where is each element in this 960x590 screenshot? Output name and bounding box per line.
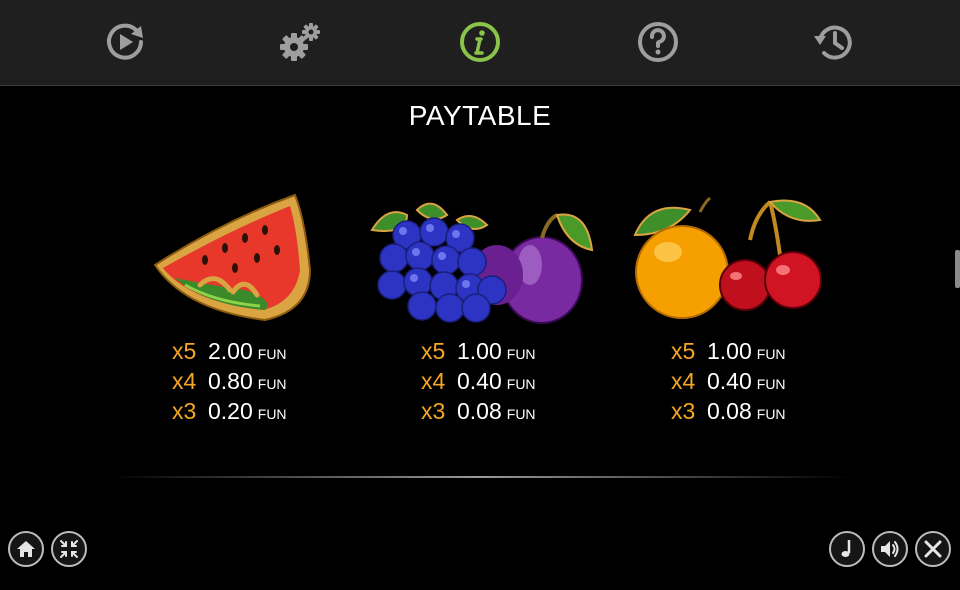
currency-unit: FUN [506, 376, 536, 392]
payout-row: x5 2.00 FUN [172, 336, 372, 366]
close-button[interactable] [915, 531, 951, 567]
multiplier: x5 [421, 338, 446, 364]
payout-row: x3 0.08 FUN [671, 396, 871, 426]
currency-unit: FUN [257, 346, 287, 362]
paytable-orange-cherry: x5 1.00 FUN x4 0.40 FUN x3 0.08 FUN [671, 336, 871, 426]
top-navigation-bar [0, 0, 960, 86]
currency-unit: FUN [257, 406, 287, 422]
tab-settings[interactable] [278, 20, 322, 64]
multiplier: x3 [172, 398, 197, 424]
payout-value: 0.20 [208, 398, 253, 424]
orange-cherry-icon [633, 196, 822, 319]
currency-unit: FUN [756, 376, 786, 392]
payout-row: x4 0.40 FUN [671, 366, 871, 396]
tab-help[interactable] [636, 20, 680, 64]
multiplier: x3 [671, 398, 696, 424]
multiplier: x4 [671, 368, 696, 394]
tab-info[interactable] [458, 20, 502, 64]
symbol-watermelon [145, 190, 315, 325]
payout-value: 0.08 [707, 398, 752, 424]
home-button[interactable] [8, 531, 44, 567]
payout-value: 1.00 [707, 338, 752, 364]
payout-value: 0.08 [457, 398, 502, 424]
multiplier: x3 [421, 398, 446, 424]
multiplier: x5 [172, 338, 197, 364]
currency-unit: FUN [756, 406, 786, 422]
payout-value: 0.40 [457, 368, 502, 394]
paytable-grapes-plum: x5 1.00 FUN x4 0.40 FUN x3 0.08 FUN [421, 336, 621, 426]
payout-value: 0.80 [208, 368, 253, 394]
scrollbar-handle[interactable] [955, 250, 960, 288]
currency-unit: FUN [257, 376, 287, 392]
help-icon [638, 22, 678, 62]
autoplay-icon [107, 23, 143, 60]
multiplier: x4 [172, 368, 197, 394]
currency-unit: FUN [756, 346, 786, 362]
grapes-plum-icon [370, 202, 594, 324]
tab-autoplay[interactable] [103, 20, 147, 64]
settings-icon [280, 23, 320, 61]
exit-fullscreen-button[interactable] [51, 531, 87, 567]
music-icon [841, 540, 851, 557]
page-title: PAYTABLE [408, 100, 552, 131]
payout-row: x5 1.00 FUN [671, 336, 871, 366]
payout-value: 2.00 [208, 338, 253, 364]
exit-fullscreen-icon [60, 540, 78, 558]
payout-row: x3 0.20 FUN [172, 396, 372, 426]
info-icon [460, 22, 500, 62]
currency-unit: FUN [506, 346, 536, 362]
symbol-grapes-plum [362, 190, 597, 330]
payout-row: x4 0.80 FUN [172, 366, 372, 396]
payout-row: x4 0.40 FUN [421, 366, 621, 396]
close-icon [924, 540, 942, 558]
sound-button[interactable] [872, 531, 908, 567]
payout-value: 0.40 [707, 368, 752, 394]
paytable-watermelon: x5 2.00 FUN x4 0.80 FUN x3 0.20 FUN [172, 336, 372, 426]
music-button[interactable] [829, 531, 865, 567]
currency-unit: FUN [506, 406, 536, 422]
multiplier: x5 [671, 338, 696, 364]
history-icon [814, 25, 852, 60]
payout-row: x3 0.08 FUN [421, 396, 621, 426]
symbol-orange-cherry [630, 190, 830, 330]
home-icon [17, 541, 35, 557]
payout-value: 1.00 [457, 338, 502, 364]
section-divider [110, 476, 850, 478]
multiplier: x4 [421, 368, 446, 394]
tab-history[interactable] [812, 20, 856, 64]
payout-row: x5 1.00 FUN [421, 336, 621, 366]
sound-icon [881, 541, 899, 557]
watermelon-icon [153, 193, 312, 322]
